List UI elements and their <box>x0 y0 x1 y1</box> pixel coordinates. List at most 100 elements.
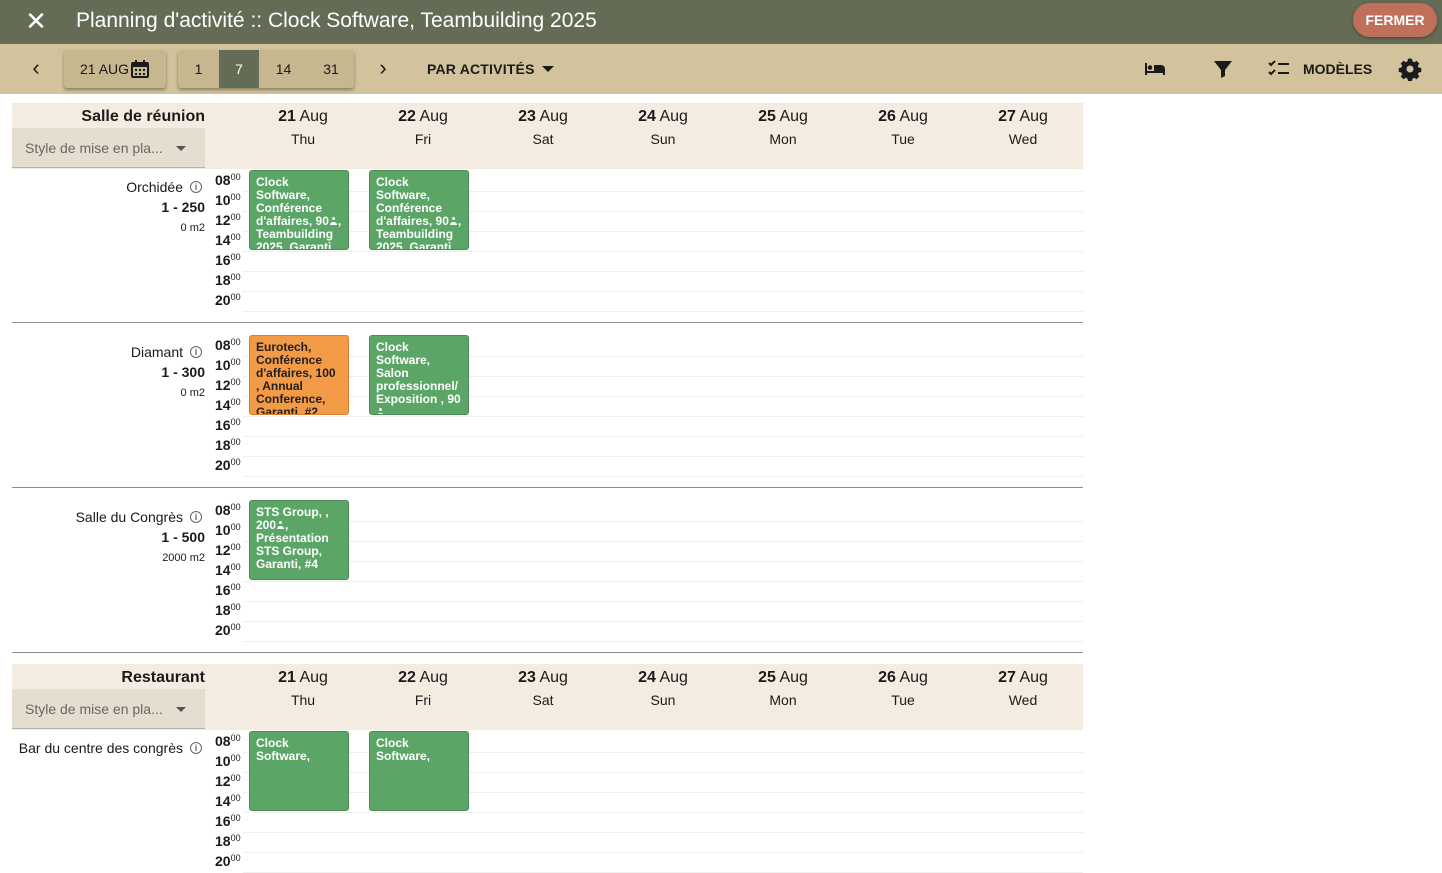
bed-icon[interactable] <box>1143 57 1167 81</box>
hour-label: 2000 <box>215 457 241 473</box>
hour-label: 1000 <box>215 522 241 538</box>
modeles-button[interactable]: MODÈLES <box>1303 61 1372 77</box>
hour-minutes: 00 <box>230 853 241 863</box>
hour-value: 20 <box>215 622 231 638</box>
person-icon <box>449 217 458 226</box>
dropdown-caret-icon[interactable] <box>176 707 186 712</box>
day-number: 25 <box>758 108 776 125</box>
hour-label: 1600 <box>215 813 241 829</box>
room-capacity: 1 - 300 <box>161 364 205 380</box>
hour-value: 10 <box>215 753 231 769</box>
day-number: 21 <box>278 669 296 686</box>
range-1-button[interactable]: 1 <box>178 50 219 88</box>
hour-label: 1000 <box>215 192 241 208</box>
dropdown-caret-icon[interactable] <box>176 146 186 151</box>
hour-value: 10 <box>215 357 231 373</box>
event-text: Garanti, #4 <box>256 557 319 571</box>
event-text: 2025, Garanti, <box>376 240 455 250</box>
hour-gridline <box>243 541 1083 542</box>
event-block[interactable]: Clock Software, Conférence d'affaires, 90,… <box>369 170 469 250</box>
hour-label: 0800 <box>215 502 241 518</box>
next-arrow-icon[interactable]: › <box>371 57 395 81</box>
info-icon[interactable]: i <box>190 742 202 754</box>
event-text: d'affaires, 90 <box>376 214 449 228</box>
section-title: Salle de réunion <box>81 108 205 125</box>
checklist-icon[interactable] <box>1267 57 1291 81</box>
hour-value: 14 <box>215 562 231 578</box>
event-block[interactable]: Clock Software, Salon professionnel/Exposi… <box>369 335 469 415</box>
event-text: Conférence <box>256 353 323 367</box>
hour-minutes: 00 <box>230 753 241 763</box>
date-picker-button[interactable]: 21 AUG <box>64 50 166 88</box>
person-icon <box>276 521 285 530</box>
view-mode-select[interactable]: PAR ACTIVITÉS <box>427 61 535 77</box>
info-icon[interactable]: i <box>190 181 202 193</box>
hour-minutes: 00 <box>230 522 241 532</box>
day-header: 21 Aug Thu <box>243 668 363 710</box>
range-14-button[interactable]: 14 <box>259 50 308 88</box>
layout-style-select[interactable]: Style de mise en pla... <box>12 128 205 168</box>
hour-value: 18 <box>215 272 231 288</box>
hour-label: 0800 <box>215 733 241 749</box>
day-date: 27 Aug <box>963 668 1083 688</box>
hour-value: 14 <box>215 232 231 248</box>
day-header: 21 Aug Thu <box>243 107 363 149</box>
hour-minutes: 00 <box>230 457 241 467</box>
filter-icon[interactable] <box>1211 57 1235 81</box>
previous-arrow-icon[interactable]: ‹ <box>24 57 48 81</box>
event-text: Clock Software, <box>256 175 311 202</box>
view-mode-caret-icon[interactable] <box>542 66 554 72</box>
hour-minutes: 00 <box>230 793 241 803</box>
event-text: , <box>457 214 462 228</box>
hour-label: 1400 <box>215 397 241 413</box>
event-text: professionnel/ <box>376 379 459 393</box>
event-block[interactable]: STS Group, , 200, Présentation STS Group, Ga… <box>249 500 349 580</box>
hour-minutes: 00 <box>230 192 241 202</box>
hour-minutes: 00 <box>230 377 241 387</box>
event-text: Exposition , 90 <box>376 392 461 406</box>
info-icon[interactable]: i <box>190 346 202 358</box>
range-31-button[interactable]: 31 <box>308 50 354 88</box>
event-block[interactable]: Eurotech, Conférence d'affaires, 100, Annu… <box>249 335 349 415</box>
room-separator <box>12 652 1083 653</box>
gear-icon[interactable] <box>1398 57 1422 81</box>
hour-minutes: 00 <box>230 172 241 182</box>
layout-style-placeholder: Style de mise en pla... <box>25 140 163 156</box>
event-text: Salon <box>376 366 409 380</box>
hour-label: 1400 <box>215 793 241 809</box>
day-month: Aug <box>899 108 928 125</box>
event-block[interactable]: Clock Software, <box>249 731 349 811</box>
hour-gridline <box>243 561 1083 562</box>
day-weekday: Thu <box>290 692 316 708</box>
hour-value: 08 <box>215 172 231 188</box>
event-block[interactable]: Clock Software, Conférence d'affaires, 90,… <box>249 170 349 250</box>
hour-value: 08 <box>215 502 231 518</box>
hour-value: 20 <box>215 853 231 869</box>
hour-value: 18 <box>215 833 231 849</box>
hour-minutes: 00 <box>230 602 241 612</box>
hour-label: 2000 <box>215 292 241 308</box>
hour-value: 10 <box>215 522 231 538</box>
hour-minutes: 00 <box>230 502 241 512</box>
range-7-button[interactable]: 7 <box>219 50 259 88</box>
day-weekday: Thu <box>290 131 316 147</box>
room-size: 2000 m2 <box>162 552 205 564</box>
hour-gridline <box>243 832 1083 833</box>
day-month: Aug <box>299 108 328 125</box>
hour-value: 20 <box>215 457 231 473</box>
event-text: Teambuilding <box>376 227 454 241</box>
event-text: Clock Software, <box>256 736 311 763</box>
event-text: 200 <box>256 518 277 532</box>
close-icon[interactable]: ✕ <box>22 7 50 35</box>
hour-label: 1600 <box>215 252 241 268</box>
hour-gridline <box>243 476 1083 477</box>
layout-style-select[interactable]: Style de mise en pla... <box>12 689 205 729</box>
day-date: 24 Aug <box>603 107 723 127</box>
fermer-button[interactable]: FERMER <box>1353 3 1437 37</box>
hour-value: 16 <box>215 252 231 268</box>
event-block[interactable]: Clock Software, <box>369 731 469 811</box>
info-icon[interactable]: i <box>190 511 202 523</box>
hour-label: 1000 <box>215 753 241 769</box>
hour-gridline <box>243 271 1083 272</box>
day-header: 26 Aug Tue <box>843 668 963 710</box>
